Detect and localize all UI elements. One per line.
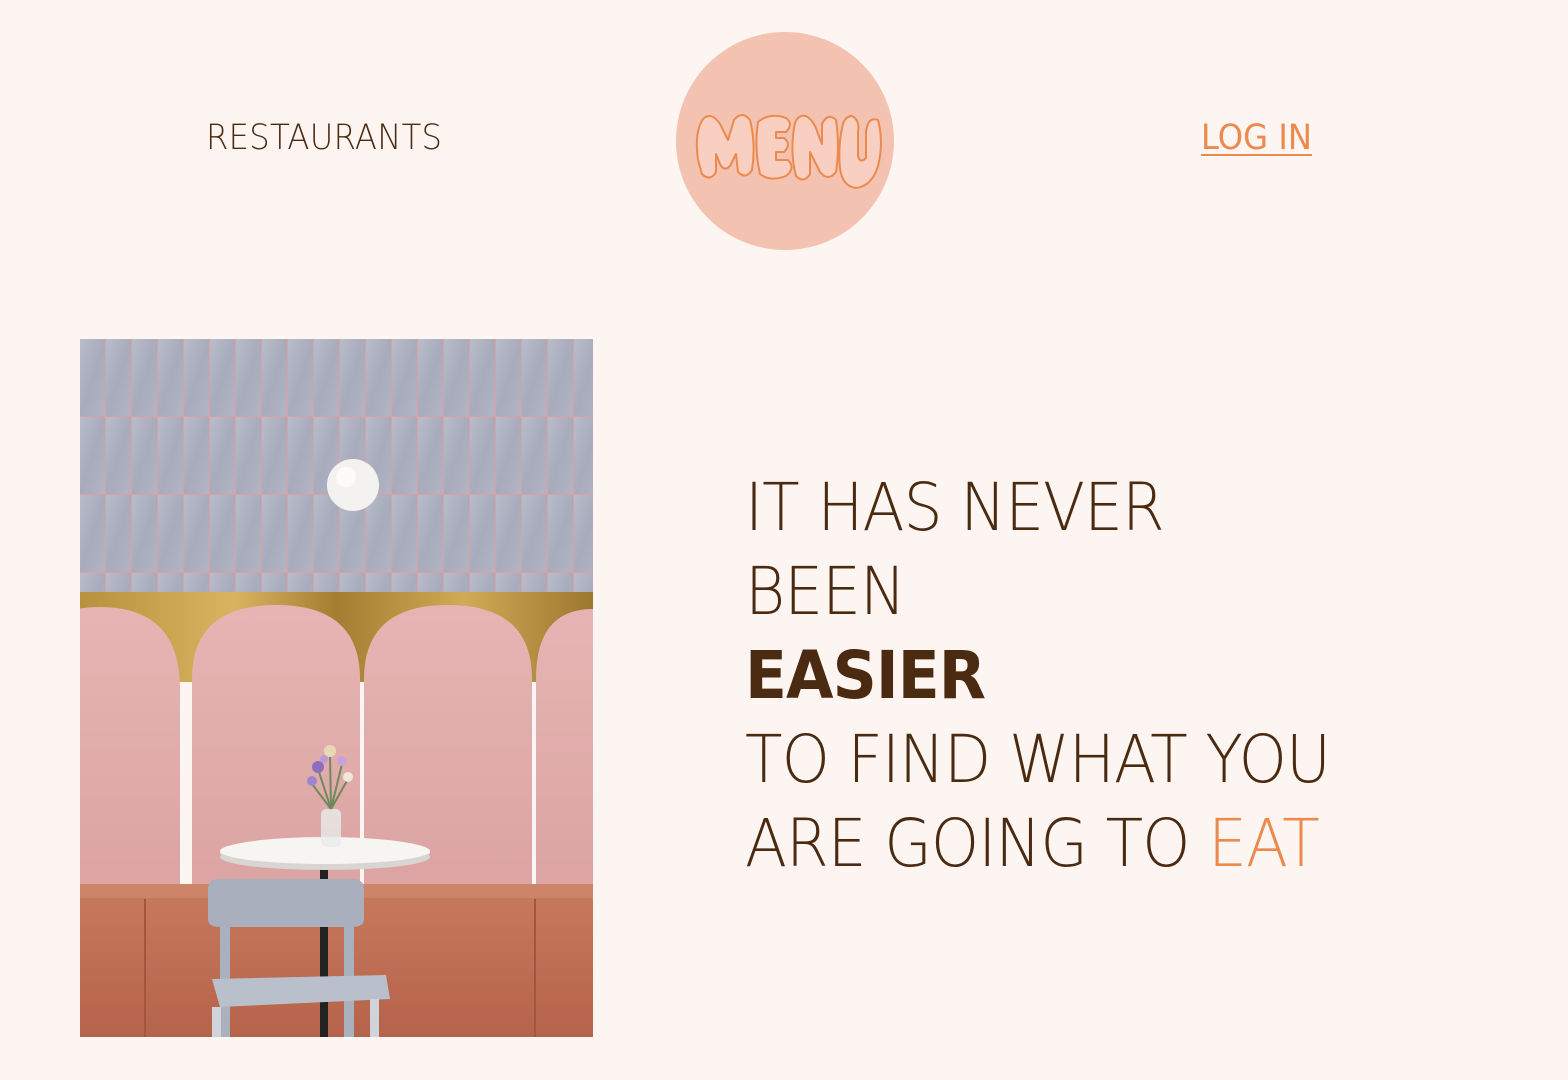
headline-line-4: TO FIND WHAT YOU — [745, 721, 1331, 798]
menu-logo-icon — [695, 114, 882, 189]
headline-line-5: ARE GOING TO EAT — [745, 802, 1330, 886]
headline-line-1: IT HAS NEVER — [745, 469, 1165, 546]
nav-restaurants-link[interactable]: RESTAURANTS — [206, 118, 442, 158]
headline-accent-word: EAT — [1208, 805, 1320, 882]
hero-headline: IT HAS NEVER BEEN EASIER TO FIND WHAT YO… — [745, 466, 1374, 886]
headline-line-5-prefix: ARE GOING TO — [745, 805, 1190, 882]
login-link[interactable]: LOG IN — [1201, 118, 1312, 158]
landing-page: RESTAURANTS LOG IN IT HAS NEVER BEEN EAS… — [0, 0, 1568, 1080]
headline-line-2: BEEN — [745, 553, 906, 630]
restaurant-booth-photo — [80, 339, 593, 1037]
headline-line-3-emphasis: EASIER — [745, 637, 986, 714]
menu-logo[interactable] — [676, 32, 894, 250]
